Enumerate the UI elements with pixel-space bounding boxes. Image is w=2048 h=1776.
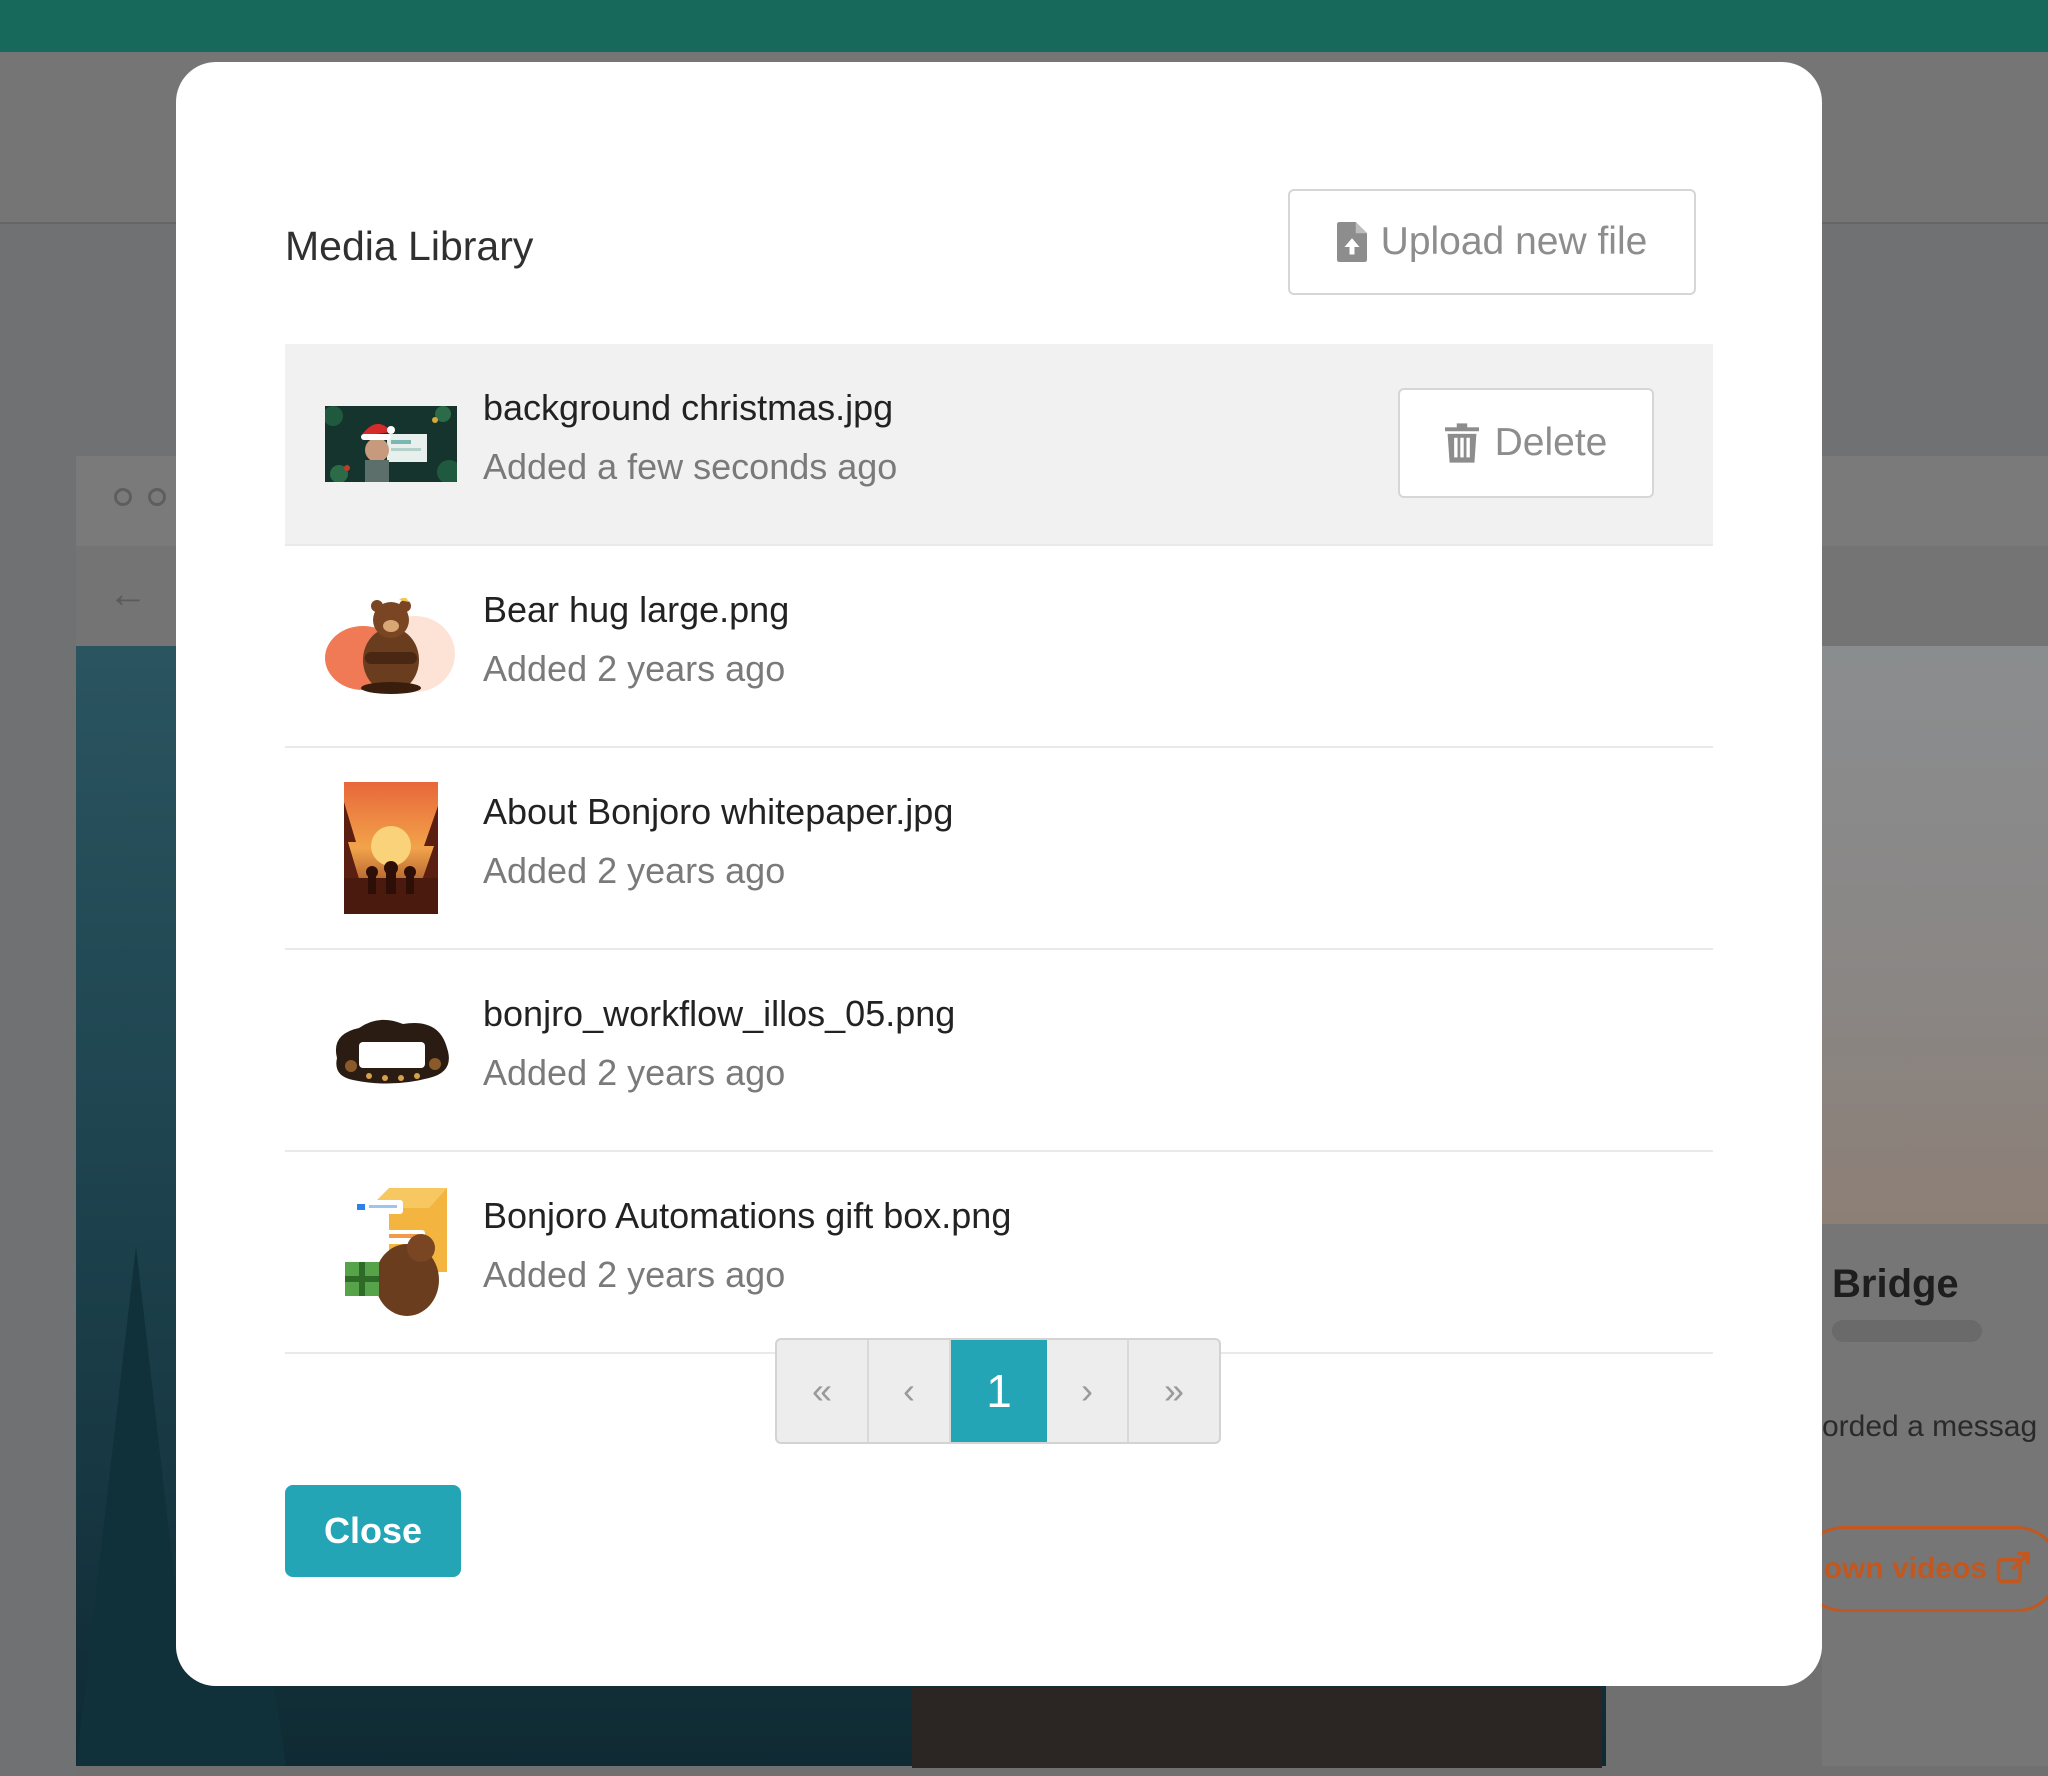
background-person-video	[912, 1688, 1602, 1768]
delete-button-label: Delete	[1494, 421, 1608, 464]
background-card-bar	[1832, 1320, 1982, 1342]
close-button[interactable]: Close	[285, 1485, 461, 1577]
list-item[interactable]: About Bonjoro whitepaper.jpg Added 2 yea…	[285, 748, 1713, 950]
trash-icon	[1444, 423, 1479, 463]
file-thumbnail	[325, 984, 457, 1116]
file-added-date: Added 2 years ago	[483, 1254, 786, 1295]
gift-box-thumbnail-image	[332, 1188, 447, 1316]
pagination-prev-button[interactable]: ‹	[869, 1340, 951, 1442]
pagination-current-page[interactable]: 1	[951, 1340, 1047, 1442]
file-name: Bear hug large.png	[483, 589, 790, 630]
file-name: bonjro_workflow_illos_05.png	[483, 993, 956, 1034]
file-name: About Bonjoro whitepaper.jpg	[483, 791, 954, 832]
file-thumbnail	[325, 1186, 457, 1318]
background-own-videos-button: own videos	[1800, 1526, 2048, 1612]
file-added-date: Added 2 years ago	[483, 850, 786, 891]
background-card-title: Bridge	[1832, 1262, 1959, 1306]
list-item[interactable]: background christmas.jpg Added a few sec…	[285, 344, 1713, 546]
file-added-date: Added a few seconds ago	[483, 446, 898, 487]
background-card-text: orded a messag	[1822, 1410, 2038, 1443]
external-link-icon	[1996, 1552, 2030, 1584]
christmas-thumbnail-image	[325, 406, 457, 482]
media-file-list: background christmas.jpg Added a few sec…	[285, 344, 1713, 1354]
back-arrow-icon: ←	[108, 572, 148, 616]
file-thumbnail	[325, 580, 457, 712]
upload-new-file-button[interactable]: Upload new file	[1288, 189, 1696, 295]
upload-button-label: Upload new file	[1380, 220, 1648, 263]
file-name: Bonjoro Automations gift box.png	[483, 1195, 1012, 1236]
file-thumbnail	[325, 782, 457, 914]
background-side-image	[1822, 646, 2048, 1224]
list-item[interactable]: Bear hug large.png Added 2 years ago	[285, 546, 1713, 748]
pagination: « ‹ 1 › »	[775, 1338, 1221, 1444]
workflow-illustration-thumbnail-image	[335, 1019, 449, 1084]
file-upload-icon	[1336, 222, 1367, 262]
list-item[interactable]: Bonjoro Automations gift box.png Added 2…	[285, 1152, 1713, 1354]
file-added-date: Added 2 years ago	[483, 648, 786, 689]
media-library-modal: Media Library Upload new file background…	[176, 62, 1822, 1686]
file-thumbnail	[325, 378, 457, 510]
delete-button[interactable]: Delete	[1398, 388, 1654, 498]
file-added-date: Added 2 years ago	[483, 1052, 786, 1093]
file-name: background christmas.jpg	[483, 387, 894, 428]
whitepaper-thumbnail-image	[344, 782, 438, 914]
modal-title: Media Library	[285, 223, 534, 269]
pagination-last-button[interactable]: »	[1129, 1340, 1219, 1442]
app-top-bar	[0, 0, 2048, 52]
pagination-first-button[interactable]: «	[777, 1340, 869, 1442]
list-item[interactable]: bonjro_workflow_illos_05.png Added 2 yea…	[285, 950, 1713, 1152]
window-dot-icon	[148, 488, 166, 506]
background-card-button-label: own videos	[1823, 1552, 1987, 1585]
pagination-next-button[interactable]: ›	[1047, 1340, 1129, 1442]
window-dot-icon	[114, 488, 132, 506]
bear-hug-thumbnail-image	[325, 598, 455, 694]
